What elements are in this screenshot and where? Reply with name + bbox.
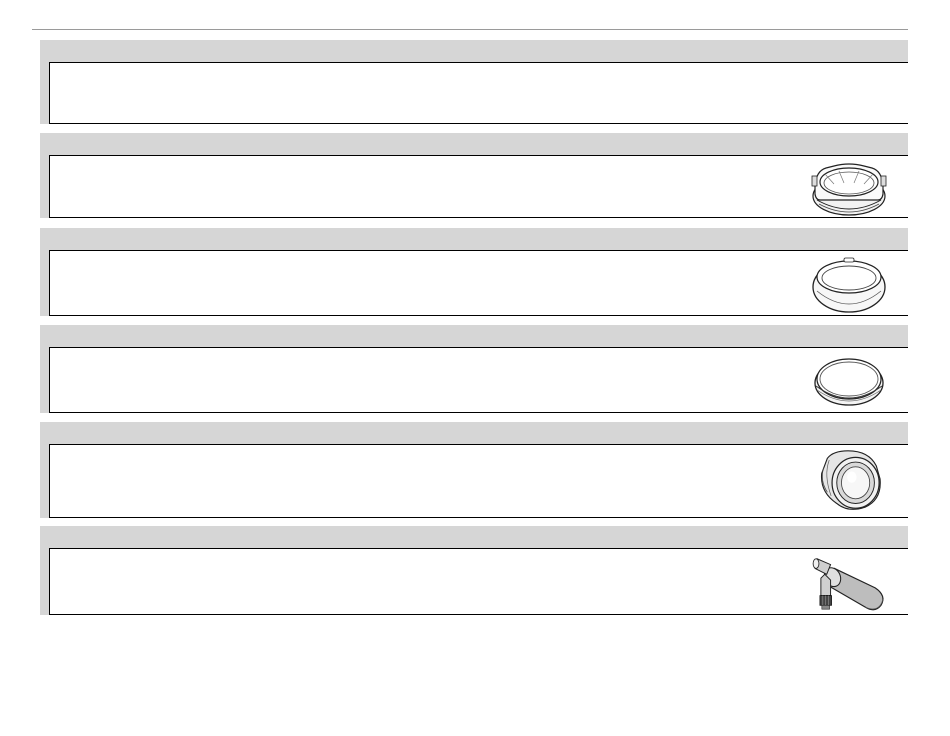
entry-body bbox=[50, 62, 908, 124]
accessory-entry-2 bbox=[40, 133, 908, 218]
accessory-entry-6 bbox=[40, 526, 908, 615]
accessory-entry-5 bbox=[40, 422, 908, 518]
accessory-entry-3 bbox=[40, 228, 908, 316]
top-rule bbox=[32, 29, 908, 30]
entry-sidebar bbox=[40, 444, 50, 518]
entry-header bbox=[40, 526, 908, 548]
entry-body bbox=[50, 155, 908, 218]
accessory-entry-1 bbox=[40, 40, 908, 124]
entry-body bbox=[50, 250, 908, 316]
entry-sidebar bbox=[40, 250, 50, 316]
lens-hood-petal-icon bbox=[811, 163, 887, 216]
entry-body bbox=[50, 347, 908, 413]
lens-hood-round-icon bbox=[812, 257, 886, 313]
entry-header bbox=[40, 325, 908, 347]
stereo-microphone-icon bbox=[812, 558, 884, 611]
entry-sidebar bbox=[40, 155, 50, 218]
entry-header bbox=[40, 422, 908, 444]
entry-header bbox=[40, 40, 908, 62]
adapter-ring-icon bbox=[814, 358, 884, 406]
entry-sidebar bbox=[40, 347, 50, 413]
conversion-lens-icon bbox=[820, 450, 881, 510]
entry-header bbox=[40, 228, 908, 250]
entry-header bbox=[40, 133, 908, 155]
entry-body bbox=[50, 548, 908, 615]
entry-sidebar bbox=[40, 62, 50, 124]
entry-body bbox=[50, 444, 908, 518]
accessory-entry-4 bbox=[40, 325, 908, 413]
entry-sidebar bbox=[40, 548, 50, 615]
